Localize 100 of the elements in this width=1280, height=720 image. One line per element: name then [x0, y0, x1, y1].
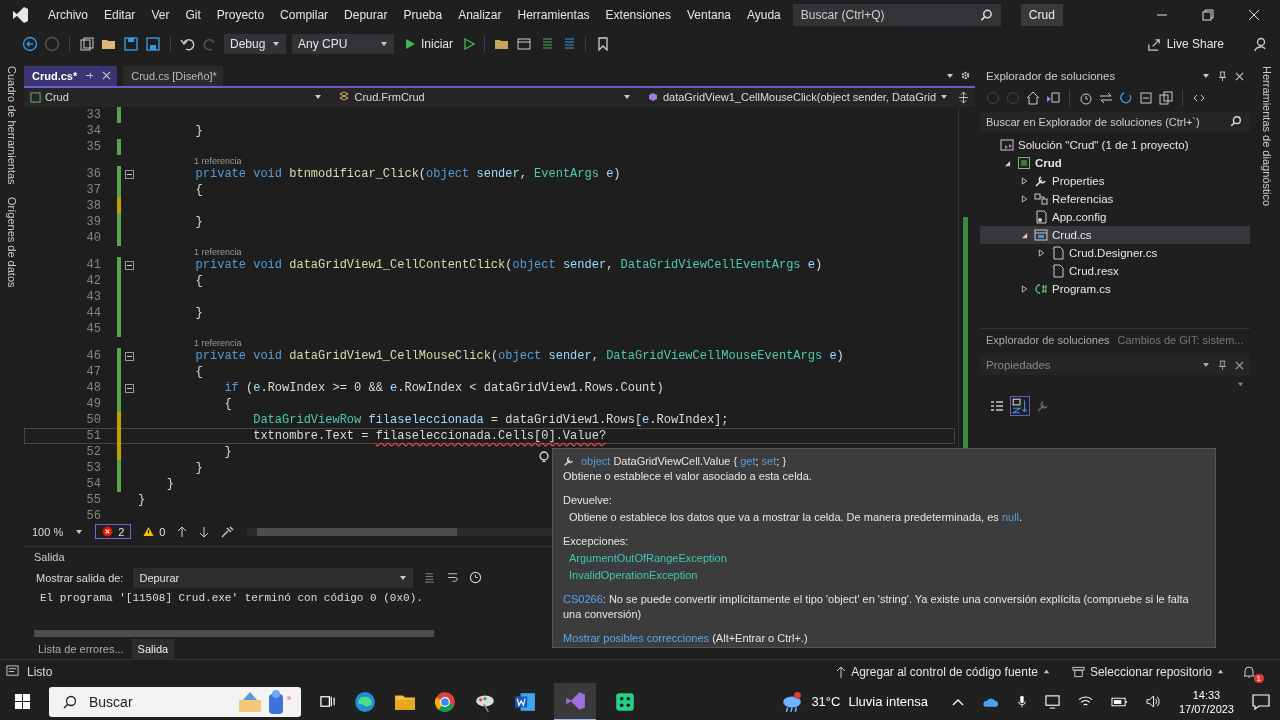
- close-icon[interactable]: [102, 71, 112, 81]
- new-project-icon[interactable]: [79, 36, 95, 52]
- settings-icon[interactable]: [960, 70, 971, 82]
- reference-count[interactable]: 1 referencia: [194, 246, 242, 257]
- collapse-icon[interactable]: [125, 169, 134, 179]
- split-icon[interactable]: [958, 91, 969, 103]
- dropdown-icon[interactable]: [1202, 361, 1210, 369]
- panel-tab[interactable]: Salida: [131, 639, 175, 659]
- menu-item[interactable]: Analizar: [450, 8, 510, 22]
- restore-icon[interactable]: [1202, 9, 1214, 21]
- browser-icon[interactable]: [354, 690, 376, 713]
- notification-icon[interactable]: [1242, 664, 1256, 679]
- categorized-icon[interactable]: [990, 399, 1004, 413]
- output-source-dropdown[interactable]: Depurar: [133, 567, 414, 588]
- tree-item[interactable]: Solución "Crud" (1 de 1 proyecto): [980, 136, 1250, 154]
- collapsed-arrow-icon[interactable]: [1020, 177, 1028, 185]
- platform-dropdown[interactable]: Any CPU: [292, 34, 394, 54]
- clock-date[interactable]: 17/07/2023: [1178, 701, 1234, 716]
- window-icon[interactable]: [516, 36, 532, 52]
- clear-icon[interactable]: [423, 571, 437, 585]
- battery-icon[interactable]: [1110, 696, 1128, 707]
- errors-button[interactable]: 2: [95, 524, 132, 540]
- close-icon[interactable]: [1235, 71, 1244, 81]
- panel-tab[interactable]: Cambios de GIT: sistem...: [1117, 334, 1244, 346]
- live-share-button[interactable]: Live Share: [1142, 34, 1228, 54]
- show-fixes-link[interactable]: Mostrar posibles correcciones: [563, 632, 710, 644]
- project-dropdown[interactable]: Crud: [24, 87, 329, 108]
- clock-icon[interactable]: [469, 571, 483, 585]
- brush-icon[interactable]: [221, 525, 236, 538]
- menu-item[interactable]: Archivo: [40, 8, 96, 22]
- collapsed-arrow-icon[interactable]: [1037, 249, 1045, 257]
- start-icon[interactable]: [14, 693, 31, 710]
- dice-app-icon[interactable]: [614, 690, 636, 713]
- taskbar-app-button[interactable]: [554, 682, 596, 720]
- add-to-source-control-button[interactable]: Agregar al control de código fuente: [832, 662, 1054, 681]
- reference-count[interactable]: 1 referencia: [194, 155, 242, 166]
- zoom-dropdown[interactable]: 100 %: [32, 525, 64, 538]
- warnings-button[interactable]: 0: [143, 525, 166, 538]
- browser-icon[interactable]: [434, 690, 456, 713]
- collapse-icon[interactable]: [125, 351, 134, 361]
- dropdown-icon[interactable]: [75, 527, 84, 536]
- document-app-icon[interactable]: [514, 690, 536, 713]
- tree-item[interactable]: Properties: [980, 172, 1250, 190]
- sort-alphabetical-icon[interactable]: [1010, 396, 1030, 416]
- dropdown-icon[interactable]: [1202, 72, 1210, 80]
- select-repository-button[interactable]: Seleccionar repositorio: [1067, 662, 1228, 681]
- type-dropdown[interactable]: Crud.FrmCrud: [332, 87, 637, 108]
- panel-tab[interactable]: Lista de errores...: [32, 639, 130, 659]
- reference-count[interactable]: 1 referencia: [194, 337, 242, 348]
- tree-item[interactable]: Crud.cs: [980, 226, 1250, 244]
- notifications-icon[interactable]: [1252, 693, 1270, 710]
- microphone-icon[interactable]: [1016, 694, 1027, 709]
- document-tab[interactable]: Crud.cs [Diseño]*: [123, 66, 223, 86]
- copy-icon[interactable]: [1159, 91, 1173, 105]
- dropdown-icon[interactable]: [946, 71, 954, 80]
- tree-item[interactable]: App.config: [980, 208, 1250, 226]
- tree-item[interactable]: Crud: [980, 154, 1250, 172]
- error-code-link[interactable]: CS0266: [563, 593, 603, 605]
- up-arrow-icon[interactable]: [177, 525, 188, 538]
- tree-item[interactable]: Program.cs: [980, 280, 1250, 298]
- close-icon[interactable]: [1235, 360, 1244, 370]
- wifi-icon[interactable]: [1077, 695, 1093, 708]
- menu-item[interactable]: Extensiones: [597, 8, 679, 22]
- tree-item[interactable]: Crud.Designer.cs: [980, 244, 1250, 262]
- menu-item[interactable]: Prueba: [395, 8, 451, 22]
- menu-item[interactable]: Editar: [96, 8, 144, 22]
- horizontal-scrollbar[interactable]: [34, 630, 435, 637]
- save-all-icon[interactable]: [145, 36, 161, 52]
- exception-link[interactable]: InvalidOperationException: [569, 569, 698, 581]
- pin-icon[interactable]: [85, 71, 95, 81]
- menu-item[interactable]: Depurar: [336, 8, 396, 22]
- search-icon[interactable]: [979, 8, 993, 22]
- sync-icon[interactable]: [1099, 91, 1113, 105]
- menu-item[interactable]: Ayuda: [739, 8, 789, 22]
- save-icon[interactable]: [123, 36, 139, 52]
- collapse-icon[interactable]: [125, 383, 134, 393]
- collapse-icon[interactable]: [125, 260, 134, 270]
- speaker-icon[interactable]: [1145, 695, 1161, 708]
- clock-time[interactable]: 14:33: [1192, 687, 1221, 702]
- collapsed-arrow-icon[interactable]: [1020, 195, 1028, 203]
- panel-tab[interactable]: Explorador de soluciones: [986, 334, 1110, 346]
- collapse-all-icon[interactable]: [1139, 91, 1153, 105]
- home-icon[interactable]: [1026, 91, 1040, 105]
- pin-icon[interactable]: [1218, 70, 1227, 82]
- refresh-icon[interactable]: [1119, 91, 1133, 105]
- search-icon[interactable]: [1230, 115, 1242, 127]
- display-icon[interactable]: [1044, 694, 1060, 709]
- tool-window-tab[interactable]: Orígenes de datos: [6, 196, 18, 288]
- pin-icon[interactable]: [1218, 359, 1227, 371]
- search-field[interactable]: Buscar en Explorador de soluciones (Ctrl+`): [980, 112, 1250, 132]
- tree-item[interactable]: Crud.resx: [980, 262, 1250, 280]
- play-outline-icon[interactable]: [463, 38, 475, 50]
- menu-item[interactable]: Compilar: [272, 8, 337, 22]
- collapsed-arrow-icon[interactable]: [1020, 285, 1028, 293]
- configuration-dropdown[interactable]: Debug: [224, 34, 286, 54]
- tree-item[interactable]: Referencias: [980, 190, 1250, 208]
- chevron-up-icon[interactable]: [951, 697, 964, 706]
- undo-icon[interactable]: [180, 36, 196, 52]
- weather-icon[interactable]: [781, 690, 804, 713]
- menu-item[interactable]: Git: [177, 8, 209, 22]
